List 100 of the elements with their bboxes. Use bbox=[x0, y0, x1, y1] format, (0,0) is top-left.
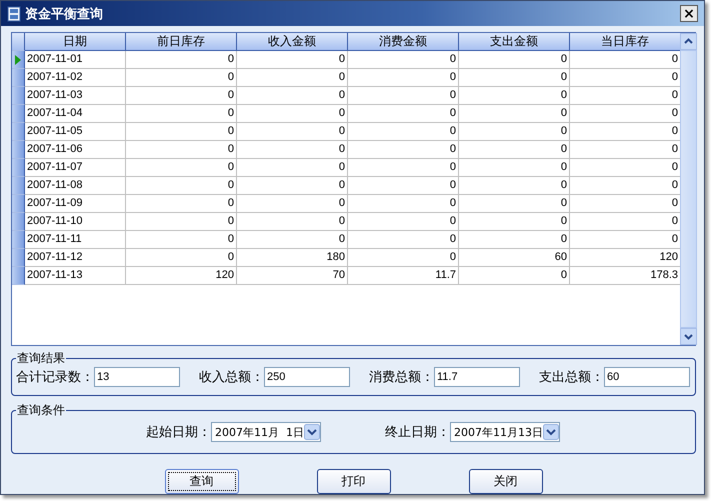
table-cell: 2007-11-07 bbox=[25, 159, 126, 177]
table-cell: 2007-11-10 bbox=[25, 213, 126, 231]
table-cell: 0 bbox=[126, 177, 237, 195]
table-cell: 0 bbox=[348, 177, 459, 195]
table-cell: 0 bbox=[459, 123, 570, 141]
table-cell: 0 bbox=[237, 177, 348, 195]
cabinet-icon bbox=[7, 6, 21, 22]
field-label: 起始日期： bbox=[146, 424, 211, 441]
table-cell: 0 bbox=[126, 249, 237, 267]
table-cell: 2007-11-06 bbox=[25, 141, 126, 159]
row-indicator[interactable] bbox=[12, 69, 25, 87]
scroll-down-icon[interactable] bbox=[680, 328, 697, 345]
group-title: 查询条件 bbox=[16, 402, 66, 419]
table-cell: 0 bbox=[348, 249, 459, 267]
column-header[interactable]: 消费金额 bbox=[348, 33, 459, 51]
table-cell: 0 bbox=[459, 105, 570, 123]
input-field[interactable]: 11.7 bbox=[434, 367, 520, 387]
field-label: 消费总额： bbox=[369, 369, 434, 386]
dropdown-icon bbox=[543, 424, 559, 440]
table-cell: 0 bbox=[126, 159, 237, 177]
table-cell: 0 bbox=[237, 105, 348, 123]
table-cell: 0 bbox=[126, 195, 237, 213]
table-cell: 0 bbox=[459, 177, 570, 195]
table-cell: 0 bbox=[348, 105, 459, 123]
table-cell: 2007-11-08 bbox=[25, 177, 126, 195]
table-cell: 0 bbox=[348, 213, 459, 231]
table-cell: 180 bbox=[237, 249, 348, 267]
table-cell: 2007-11-05 bbox=[25, 123, 126, 141]
table-cell: 0 bbox=[237, 69, 348, 87]
table-cell: 0 bbox=[237, 141, 348, 159]
input-field[interactable]: 250 bbox=[264, 367, 350, 387]
row-indicator[interactable] bbox=[12, 159, 25, 177]
row-indicator[interactable] bbox=[12, 87, 25, 105]
column-header[interactable]: 收入金额 bbox=[237, 33, 348, 51]
table-cell: 0 bbox=[126, 51, 237, 69]
column-header[interactable]: 当日库存 bbox=[570, 33, 681, 51]
table-cell: 2007-11-09 bbox=[25, 195, 126, 213]
row-indicator[interactable] bbox=[12, 105, 25, 123]
row-indicator[interactable] bbox=[12, 177, 25, 195]
row-indicator[interactable] bbox=[12, 51, 25, 69]
table-cell: 60 bbox=[459, 249, 570, 267]
field-label: 合计记录数： bbox=[16, 369, 94, 386]
row-indicator[interactable] bbox=[12, 195, 25, 213]
row-header bbox=[12, 33, 25, 51]
row-indicator[interactable] bbox=[12, 231, 25, 249]
table-cell: 0 bbox=[126, 141, 237, 159]
pointer-icon bbox=[14, 54, 22, 66]
input-field[interactable]: 13 bbox=[94, 367, 180, 387]
table-cell: 0 bbox=[126, 87, 237, 105]
field-label: 收入总额： bbox=[199, 369, 264, 386]
table-cell: 11.7 bbox=[348, 267, 459, 285]
table-cell: 0 bbox=[459, 69, 570, 87]
table-cell: 0 bbox=[459, 87, 570, 105]
table-cell: 0 bbox=[459, 159, 570, 177]
table-cell: 0 bbox=[348, 123, 459, 141]
table-cell: 0 bbox=[459, 213, 570, 231]
dialog-button[interactable]: 查询 bbox=[164, 469, 238, 494]
date-picker[interactable]: 2007年11月 1日 bbox=[211, 422, 321, 442]
table-cell: 0 bbox=[237, 195, 348, 213]
scroll-up-icon[interactable] bbox=[680, 33, 697, 50]
window-title: 资金平衡查询 bbox=[25, 6, 104, 22]
table-cell: 0 bbox=[459, 141, 570, 159]
table-cell: 0 bbox=[126, 231, 237, 249]
date-picker[interactable]: 2007年11月13日 bbox=[450, 422, 560, 442]
table-cell: 0 bbox=[348, 69, 459, 87]
table-cell: 0 bbox=[348, 231, 459, 249]
table-cell: 0 bbox=[459, 51, 570, 69]
dropdown-icon bbox=[304, 424, 320, 440]
input-field[interactable]: 60 bbox=[604, 367, 690, 387]
table-cell: 0 bbox=[348, 195, 459, 213]
table-cell: 2007-11-02 bbox=[25, 69, 126, 87]
row-indicator[interactable] bbox=[12, 123, 25, 141]
table-cell: 0 bbox=[348, 87, 459, 105]
row-indicator[interactable] bbox=[12, 213, 25, 231]
table-cell: 0 bbox=[126, 69, 237, 87]
table-cell: 0 bbox=[126, 105, 237, 123]
table-cell: 2007-11-13 bbox=[25, 267, 126, 285]
row-indicator[interactable] bbox=[12, 267, 25, 285]
row-indicator[interactable] bbox=[12, 141, 25, 159]
close-button[interactable]: × bbox=[680, 5, 698, 22]
table-cell: 0 bbox=[237, 213, 348, 231]
table-cell: 0 bbox=[459, 267, 570, 285]
table-cell: 0 bbox=[237, 123, 348, 141]
field-label: 支出总额： bbox=[539, 369, 604, 386]
row-indicator[interactable] bbox=[12, 249, 25, 267]
column-header[interactable]: 日期 bbox=[25, 33, 126, 51]
table-cell: 2007-11-01 bbox=[25, 51, 126, 69]
dialog-button[interactable]: 关闭 bbox=[468, 469, 542, 494]
column-header[interactable]: 前日库存 bbox=[126, 33, 237, 51]
column-header[interactable]: 支出金额 bbox=[459, 33, 570, 51]
field-label: 终止日期： bbox=[385, 424, 450, 441]
table-cell: 0 bbox=[126, 213, 237, 231]
table-cell: 0 bbox=[126, 123, 237, 141]
table-cell: 120 bbox=[126, 267, 237, 285]
table-cell: 70 bbox=[237, 267, 348, 285]
table-cell: 2007-11-12 bbox=[25, 249, 126, 267]
table-cell: 0 bbox=[237, 159, 348, 177]
table-cell: 0 bbox=[237, 87, 348, 105]
table-cell: 2007-11-03 bbox=[25, 87, 126, 105]
dialog-button[interactable]: 打印 bbox=[316, 469, 390, 494]
